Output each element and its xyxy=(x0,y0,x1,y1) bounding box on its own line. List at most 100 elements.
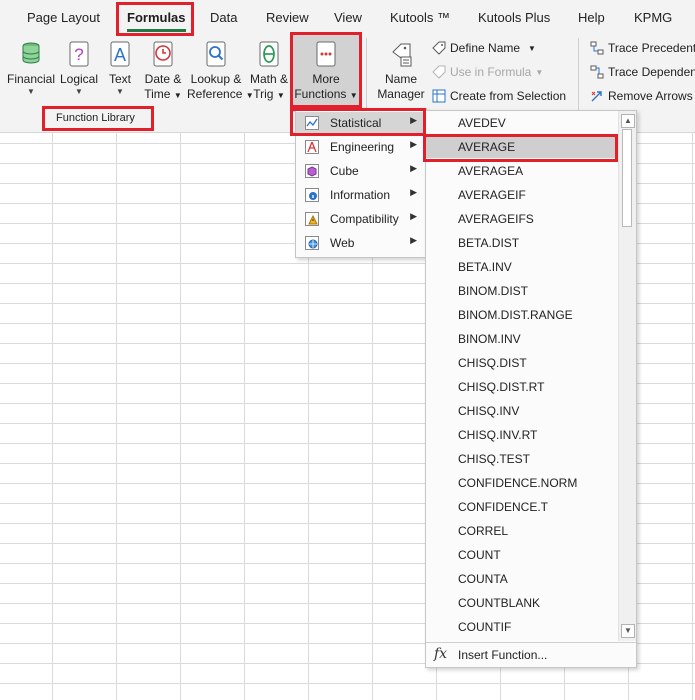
statistical-functions-menu: AVEDEV AVERAGE AVERAGEA AVERAGEIF AVERAG… xyxy=(425,110,637,668)
tab-kpmg[interactable]: KPMG xyxy=(634,10,672,25)
name-manager-label-2: Manager xyxy=(377,87,425,101)
tab-help[interactable]: Help xyxy=(578,10,605,25)
chevron-down-icon: ▼ xyxy=(535,67,544,77)
use-in-formula-label: Use in Formula xyxy=(450,65,532,79)
trace-precedents-button[interactable]: Trace Precedents xyxy=(590,39,695,57)
financial-label: Financial xyxy=(6,72,56,86)
create-from-selection-button[interactable]: Create from Selection xyxy=(432,87,566,105)
math-trig-label-2: Trig xyxy=(253,87,274,101)
web-icon xyxy=(305,236,319,250)
menu-item-information[interactable]: Information ▶ xyxy=(296,184,426,206)
scroll-up-icon[interactable]: ▲ xyxy=(621,114,635,128)
function-item-chisq-inv-rt[interactable]: CHISQ.INV.RT xyxy=(426,424,618,446)
chevron-right-icon: ▶ xyxy=(410,211,417,221)
function-item-correl[interactable]: CORREL xyxy=(426,520,618,542)
function-library-group-label: Function Library xyxy=(56,112,135,124)
tab-data[interactable]: Data xyxy=(210,10,237,25)
remove-arrows-button[interactable]: Remove Arrows ▼ xyxy=(590,87,695,105)
function-item-averageifs[interactable]: AVERAGEIFS xyxy=(426,208,618,230)
function-item-binom-dist-range[interactable]: BINOM.DIST.RANGE xyxy=(426,304,618,326)
tab-review[interactable]: Review xyxy=(266,10,309,25)
lookup-reference-label-2: Reference xyxy=(187,87,243,101)
menu-item-web[interactable]: Web ▶ xyxy=(296,232,426,254)
menu-item-label: Information xyxy=(330,188,391,202)
math-trig-button[interactable]: Math & Trig ▼ xyxy=(248,40,290,103)
tab-kutools[interactable]: Kutools ™ xyxy=(390,10,450,25)
more-functions-label-row: Functions ▼ xyxy=(293,87,359,103)
financial-icon xyxy=(22,42,40,64)
lookup-reference-button[interactable]: Lookup & Reference ▼ xyxy=(187,40,254,103)
function-item-averageif[interactable]: AVERAGEIF xyxy=(426,184,618,206)
chevron-right-icon: ▶ xyxy=(410,187,417,197)
more-functions-menu: Statistical ▶ Engineering ▶ Cube ▶ Infor… xyxy=(295,108,427,258)
trace-dependents-button[interactable]: Trace Dependents xyxy=(590,63,695,81)
function-item-average[interactable]: AVERAGE xyxy=(426,136,618,158)
chevron-down-icon: ▼ xyxy=(75,87,83,96)
function-item-averagea[interactable]: AVERAGEA xyxy=(426,160,618,182)
menu-item-statistical[interactable]: Statistical ▶ xyxy=(296,112,426,134)
create-from-selection-label: Create from Selection xyxy=(450,89,567,103)
define-name-label: Define Name xyxy=(450,41,521,55)
text-label: Text xyxy=(108,72,131,86)
logical-button[interactable]: ? Logical ▼ xyxy=(57,40,101,97)
lookup-reference-label-row: Reference ▼ xyxy=(187,87,254,103)
menu-item-engineering[interactable]: Engineering ▶ xyxy=(296,136,426,158)
lookup-reference-label-1: Lookup & xyxy=(190,72,242,86)
use-in-formula-button[interactable]: Use in Formula ▼ xyxy=(432,63,543,81)
more-functions-label-1: More xyxy=(312,72,340,86)
svg-text:A: A xyxy=(114,45,126,65)
trace-dependents-icon xyxy=(590,65,604,79)
remove-arrows-label: Remove Arrows xyxy=(608,89,693,103)
function-item-confidence-norm[interactable]: CONFIDENCE.NORM xyxy=(426,472,618,494)
cube-icon xyxy=(305,164,319,178)
trace-precedents-label: Trace Precedents xyxy=(608,41,695,55)
function-label: AVERAGEIFS xyxy=(458,212,534,226)
insert-function-item[interactable]: fx Insert Function... xyxy=(426,642,636,667)
menu-item-label: Cube xyxy=(330,164,359,178)
function-label: BETA.DIST xyxy=(458,236,520,250)
function-item-chisq-dist-rt[interactable]: CHISQ.DIST.RT xyxy=(426,376,618,398)
chevron-down-icon: ▼ xyxy=(528,43,536,53)
function-item-chisq-test[interactable]: CHISQ.TEST xyxy=(426,448,618,470)
function-item-binom-inv[interactable]: BINOM.INV xyxy=(426,328,618,350)
financial-button[interactable]: Financial ▼ xyxy=(5,40,57,97)
function-item-beta-inv[interactable]: BETA.INV xyxy=(426,256,618,278)
function-item-count[interactable]: COUNT xyxy=(426,544,618,566)
date-time-button[interactable]: Date & Time ▼ xyxy=(140,40,186,103)
tab-kutools-plus[interactable]: Kutools Plus xyxy=(478,10,550,25)
function-label: BINOM.DIST.RANGE xyxy=(458,308,573,322)
menu-item-label: Statistical xyxy=(330,116,382,130)
name-manager-label-1: Name xyxy=(384,72,417,86)
function-item-beta-dist[interactable]: BETA.DIST xyxy=(426,232,618,254)
chevron-right-icon: ▶ xyxy=(410,115,417,125)
function-label: AVERAGEA xyxy=(458,164,524,178)
scrollbar-thumb[interactable] xyxy=(622,129,632,227)
tab-view[interactable]: View xyxy=(334,10,362,25)
name-manager-button[interactable]: Name Manager xyxy=(374,40,428,102)
more-functions-button[interactable]: More Functions ▼ xyxy=(293,34,359,112)
chevron-down-icon: ▼ xyxy=(173,91,182,100)
chevron-down-icon: ▼ xyxy=(276,91,285,100)
function-list-scrollbar[interactable]: ▲ ▼ xyxy=(618,111,636,641)
tab-formulas[interactable]: Formulas xyxy=(127,10,186,32)
text-button[interactable]: A Text ▼ xyxy=(103,40,137,97)
function-label: CHISQ.DIST xyxy=(458,356,527,370)
function-label: COUNT xyxy=(458,548,501,562)
define-name-button[interactable]: Define Name ▼ xyxy=(432,39,536,57)
function-item-avedev[interactable]: AVEDEV xyxy=(426,112,618,134)
function-item-chisq-inv[interactable]: CHISQ.INV xyxy=(426,400,618,422)
function-item-confidence-t[interactable]: CONFIDENCE.T xyxy=(426,496,618,518)
function-item-binom-dist[interactable]: BINOM.DIST xyxy=(426,280,618,302)
function-item-countblank[interactable]: COUNTBLANK xyxy=(426,592,618,614)
math-trig-icon xyxy=(259,41,279,67)
menu-item-compatibility[interactable]: Compatibility ▶ xyxy=(296,208,426,230)
menu-item-cube[interactable]: Cube ▶ xyxy=(296,160,426,182)
function-item-chisq-dist[interactable]: CHISQ.DIST xyxy=(426,352,618,374)
menu-item-label: Compatibility xyxy=(330,212,399,226)
tab-page-layout[interactable]: Page Layout xyxy=(27,10,100,25)
function-item-countif[interactable]: COUNTIF xyxy=(426,616,618,638)
function-item-counta[interactable]: COUNTA xyxy=(426,568,618,590)
date-time-label-2: Time xyxy=(144,87,171,101)
chevron-right-icon: ▶ xyxy=(410,139,417,149)
scroll-down-icon[interactable]: ▼ xyxy=(621,624,635,638)
